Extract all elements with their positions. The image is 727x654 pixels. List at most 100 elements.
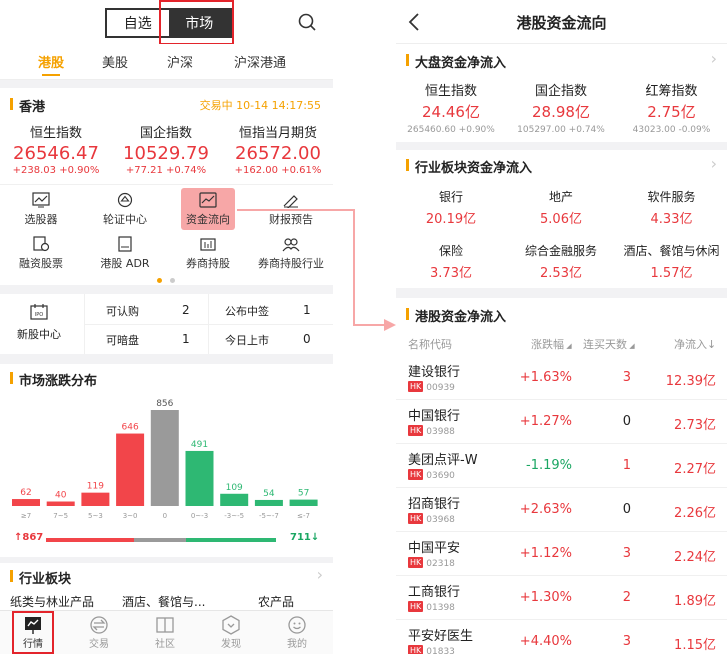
chevron-right-icon[interactable]: › [711,51,717,67]
tool-earnings-preview[interactable]: 财报预告 [256,192,326,227]
index-hsi-futures[interactable]: 恒指当月期货 26572.00 +162.00 +0.61% [226,122,330,176]
sector-item[interactable]: 地产 5.06亿 [506,188,616,227]
big-item-sub: 265460.60 +0.90% [407,125,495,135]
ipo-grey-market-label[interactable]: 可暗盘 [106,332,139,348]
tool-label: 券商持股行业 [258,257,324,270]
market-tag: HK [408,645,424,654]
table-row[interactable]: 招商银行 HK 03968 +2.63% 0 2.26亿 [396,488,727,532]
tab-watchlist[interactable]: 自选 [107,10,169,36]
nav-market[interactable]: 行情 [0,611,66,654]
nav-trade[interactable]: 交易 [66,611,132,654]
tab-a-share[interactable]: 沪深 [150,44,210,79]
broker-icon [200,238,216,251]
tool-warrant-center[interactable]: 轮证中心 [90,192,160,227]
market-icon [25,617,41,634]
tool-label: 券商持股 [186,257,230,270]
top-header: 自选 市场 [0,0,333,44]
big-market-title: 大盘资金净流入 [406,52,506,71]
ipo-center[interactable]: IPO 新股中心 [6,304,72,342]
bar-category-label: 0~-3 [191,512,208,520]
margin-icon [33,236,50,252]
sector-card: 行业板块资金净流入 › 银行 20.19亿 地产 5.06亿 软件服务 4.33… [396,150,727,288]
sort-desc-icon: ↓ [707,338,717,351]
nav-discover[interactable]: 发现 [198,611,264,654]
tab-us[interactable]: 美股 [80,44,150,79]
sector-item[interactable]: 软件服务 4.33亿 [616,188,727,227]
chevron-right-icon[interactable]: › [711,156,717,172]
nav-label: 行情 [23,639,43,650]
big-item-name: 红筹指数 [645,84,698,99]
stock-change: +1.30% [519,590,572,605]
bar-value-label: 57 [298,489,309,499]
sector-item[interactable]: 综合金融服务 2.53亿 [506,242,616,281]
down-total: 711↓ [290,532,320,543]
stock-code: HK 03690 [408,469,455,481]
ipo-subscribable-label[interactable]: 可认购 [106,303,139,319]
tool-stock-screener[interactable]: 选股器 [6,192,76,227]
big-item-hscei[interactable]: 国企指数 28.98亿 105297.00 +0.74% [506,80,616,135]
col-header-change[interactable]: 涨跌幅 ◢ [531,336,572,352]
stock-change: +2.63% [519,502,572,517]
warrant-icon [117,192,133,208]
ipo-listing-today-label[interactable]: 今日上市 [225,332,269,348]
sector-value: 3.73亿 [430,266,472,281]
distribution-bar [150,410,179,506]
sort-icon: ◢ [627,342,635,350]
index-hscei[interactable]: 国企指数 10529.79 +77.21 +0.74% [116,122,216,176]
index-hsi[interactable]: 恒生指数 26546.47 +238.03 +0.90% [6,122,106,176]
stock-name: 招商银行 [408,497,461,512]
col-header-days[interactable]: 连买天数 ◢ [583,336,635,352]
tab-hk[interactable]: 港股 [22,44,80,79]
big-item-value: 24.46亿 [422,103,480,121]
stock-change: +4.40% [519,634,572,649]
nav-profile[interactable]: 我的 [264,611,330,654]
bar-category-label: -5~-7 [259,512,279,520]
col-header-inflow[interactable]: 净流入↓ [674,336,716,352]
sector-name: 地产 [548,190,573,204]
tool-fund-flow[interactable]: 资金流向 [173,192,243,227]
fund-flow-icon [199,192,217,208]
table-row[interactable]: 中国平安 HK 02318 +1.12% 3 2.24亿 [396,532,727,576]
table-row[interactable]: 建设银行 HK 00939 +1.63% 3 12.39亿 [396,356,727,400]
stock-name: 中国平安 [408,541,461,556]
sector-item[interactable]: 银行 20.19亿 [396,188,506,227]
tab-connect[interactable]: 沪深港通 [210,44,310,79]
tool-label: 选股器 [24,213,58,226]
ipo-icon: IPO [30,304,48,320]
industry-item[interactable]: 酒店、餐馆与... [122,593,205,610]
sector-item[interactable]: 酒店、餐馆与休闲 1.57亿 [616,242,727,281]
tool-broker-industry[interactable]: 券商持股行业 [256,236,326,271]
community-icon [156,617,174,633]
ipo-allotment-label[interactable]: 公布中签 [225,303,269,319]
table-row[interactable]: 美团点评-W HK 03690 -1.19% 1 2.27亿 [396,444,727,488]
stock-name: 平安好医生 [408,629,474,644]
report-icon [283,195,298,208]
table-row[interactable]: 平安好医生 HK 01833 +4.40% 3 1.15亿 [396,620,727,654]
chevron-right-icon[interactable]: › [317,567,323,583]
sector-name: 软件服务 [647,190,696,204]
bar-value-label: 40 [55,491,67,501]
sector-name: 综合金融服务 [524,244,597,258]
bar-category-label: -3~-5 [224,512,244,520]
table-row[interactable]: 工商银行 HK 01398 +1.30% 2 1.89亿 [396,576,727,620]
industry-item[interactable]: 纸类与林业产品 [10,593,94,610]
table-row[interactable]: 中国银行 HK 03988 +1.27% 0 2.73亿 [396,400,727,444]
big-item-hsi[interactable]: 恒生指数 24.46亿 265460.60 +0.90% [396,80,506,135]
industry-item[interactable]: 农产品 [258,593,294,610]
sector-item[interactable]: 保险 3.73亿 [396,242,506,281]
market-tabs: 港股 美股 沪深 沪深港通 [0,44,333,80]
tool-broker-holdings[interactable]: 券商持股 [173,236,243,271]
bar-value-label: 109 [226,483,243,493]
distribution-bar [254,499,283,506]
stock-days: 3 [622,370,631,385]
tab-market[interactable]: 市场 [168,10,230,36]
big-item-hscci[interactable]: 红筹指数 2.75亿 43023.00 -0.09% [616,80,727,135]
search-icon[interactable] [298,13,316,31]
tool-hk-adr[interactable]: 港股 ADR [90,236,160,271]
nav-community[interactable]: 社区 [132,611,198,654]
tool-margin-stocks[interactable]: 融资股票 [6,236,76,271]
index-name: 恒指当月期货 [238,126,317,141]
trading-status: 交易中 10-14 14:17:55 [199,99,321,112]
big-market-card: 大盘资金净流入 › 恒生指数 24.46亿 265460.60 +0.90% 国… [396,44,727,142]
tool-label: 融资股票 [19,257,63,270]
